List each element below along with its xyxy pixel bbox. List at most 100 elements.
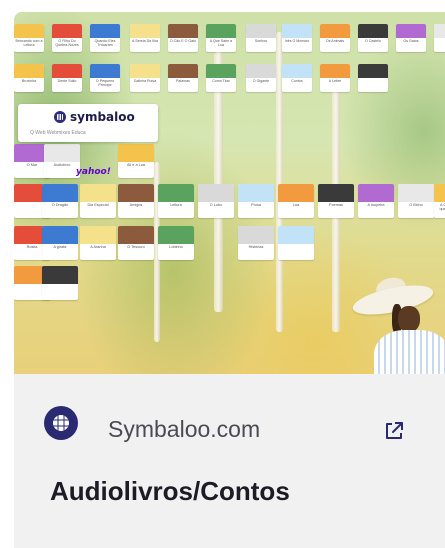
tile-caption: Ali e a Lua [127, 163, 145, 167]
tile-thumbnail [118, 226, 154, 244]
symbaloo-mark-icon [54, 111, 66, 123]
webmix-tile: Audiolivro [44, 144, 80, 178]
card-title[interactable]: Audiolivros/Contos [50, 476, 290, 507]
webmix-tile: Sonhos [246, 24, 276, 52]
tile-thumbnail [198, 184, 234, 202]
tile-caption: A Cadeira que queria ser sofá [439, 203, 445, 211]
webmix-tile: Brincando com a Leitura [14, 24, 44, 52]
tile-caption: A Lebre [328, 79, 342, 83]
external-link-icon[interactable] [383, 420, 405, 442]
tile-thumbnail [130, 64, 160, 78]
tile-caption: Inês O Monstro [284, 39, 310, 43]
webmix-tile: Lua [278, 184, 314, 218]
tile-thumbnail [434, 184, 445, 202]
tile-caption: Audiolivro [53, 163, 71, 167]
tile-caption: Poemas [329, 203, 343, 207]
source-name[interactable]: Symbaloo.com [108, 416, 260, 443]
tile-thumbnail [320, 64, 350, 78]
tile-thumbnail [206, 64, 236, 78]
webmix-tile: A Cadeira que queria ser sofá [434, 184, 445, 218]
tile-caption: Bruxinha [21, 79, 37, 83]
tile-thumbnail [398, 184, 434, 202]
tile-caption: Os Animais [325, 39, 345, 43]
symbaloo-search-panel: symbaloo Q Web Webmixes Educa [18, 104, 158, 142]
webmix-tile: A girafa [42, 226, 78, 260]
tile-caption: A Que Sabe a Lua [209, 39, 233, 47]
tile-thumbnail [42, 226, 78, 244]
tile-thumbnail [282, 64, 312, 78]
tile-caption: Dente Solto [57, 79, 77, 83]
webmix-preview-image[interactable]: Brincando com a Leitura O Filho Do Quebra… [14, 12, 445, 374]
webmix-tile: Ali e a Lua [118, 144, 154, 178]
card-footer [14, 374, 445, 548]
webmix-tile: Como Tirar [206, 64, 236, 92]
tile-caption: Dia Especial [87, 203, 109, 207]
webmix-tile [42, 266, 78, 300]
symbaloo-tabs: Q Web Webmixes Educa [30, 130, 86, 136]
tile-caption: Sonhos [254, 39, 268, 43]
tile-thumbnail [278, 184, 314, 202]
tile-thumbnail [130, 24, 160, 38]
tile-thumbnail [118, 184, 154, 202]
tile-thumbnail [358, 64, 388, 78]
webmix-tile: O Bicho [398, 184, 434, 218]
webmix-tile: Inês O Monstro [282, 24, 312, 52]
tile-caption: O Dragão [51, 203, 69, 207]
webmix-tile: Amigos [118, 184, 154, 218]
tile-thumbnail [246, 24, 276, 38]
tile-caption: Brincando com a Leitura [15, 39, 43, 47]
woman-face [398, 306, 420, 332]
webmix-tile: Contos [282, 64, 312, 92]
webmix-tile: Lobinho [158, 226, 194, 260]
webmix-card[interactable]: Brincando com a Leitura O Filho Do Quebra… [14, 12, 445, 548]
webmix-tile: O Gigante [246, 64, 276, 92]
striped-dress [374, 330, 445, 374]
tile-caption: A girafa [53, 245, 67, 249]
tile-caption [43, 285, 77, 297]
tile-thumbnail [90, 64, 120, 78]
webmix-tile: A toupeira [358, 184, 394, 218]
webmix-tile: O Dragão [42, 184, 78, 218]
tile-thumbnail [14, 24, 44, 38]
tile-caption: A toupeira [367, 203, 385, 207]
tile-thumbnail [42, 266, 78, 284]
tile-thumbnail [80, 184, 116, 202]
tile-caption: O Filho Do Quebra-Nozes [55, 39, 79, 47]
tile-thumbnail [396, 24, 426, 38]
tile-thumbnail [238, 226, 274, 244]
tile-thumbnail [14, 64, 44, 78]
tile-thumbnail [238, 184, 274, 202]
webmix-tile: Os Animais [320, 24, 350, 52]
tile-caption [279, 245, 313, 257]
tile-caption: O Gigante [252, 79, 270, 83]
webmix-tile: Bruxinha [14, 64, 44, 92]
tile-thumbnail [118, 144, 154, 162]
webmix-tile: A Que Sabe a Lua [206, 24, 236, 52]
tile-thumbnail [358, 24, 388, 38]
webmix-tile: O Cão E O Gato [168, 24, 198, 52]
tile-thumbnail [282, 24, 312, 38]
yahoo-logo: yahoo! [76, 167, 111, 177]
tile-thumbnail [44, 144, 80, 162]
tile-thumbnail [246, 64, 276, 78]
tile-caption: A Aranha [90, 245, 106, 249]
tile-thumbnail [42, 184, 78, 202]
tile-thumbnail [52, 64, 82, 78]
tile-caption: Lua [292, 203, 300, 207]
webmix-tile: Palavras [168, 64, 198, 92]
webmix-tile [434, 24, 445, 52]
tile-caption: O Castelo [365, 39, 381, 43]
webmix-tile: Quando Eles Trocaram [90, 24, 120, 52]
tile-caption: Galinha Ruiva [133, 79, 157, 83]
tile-thumbnail [168, 24, 198, 38]
tile-caption: O Pequeno Príncipe [95, 79, 115, 87]
tile-thumbnail [278, 226, 314, 244]
tile-caption: Como Tirar [212, 79, 230, 83]
webmix-tile: Dia Especial [80, 184, 116, 218]
tile-thumbnail [52, 24, 82, 38]
symbaloo-logo-text: symbaloo [70, 110, 135, 124]
tile-caption [359, 79, 387, 91]
webmix-tile: O Tesouro [118, 226, 154, 260]
tile-thumbnail [320, 24, 350, 38]
webmix-tile: Dente Solto [52, 64, 82, 92]
